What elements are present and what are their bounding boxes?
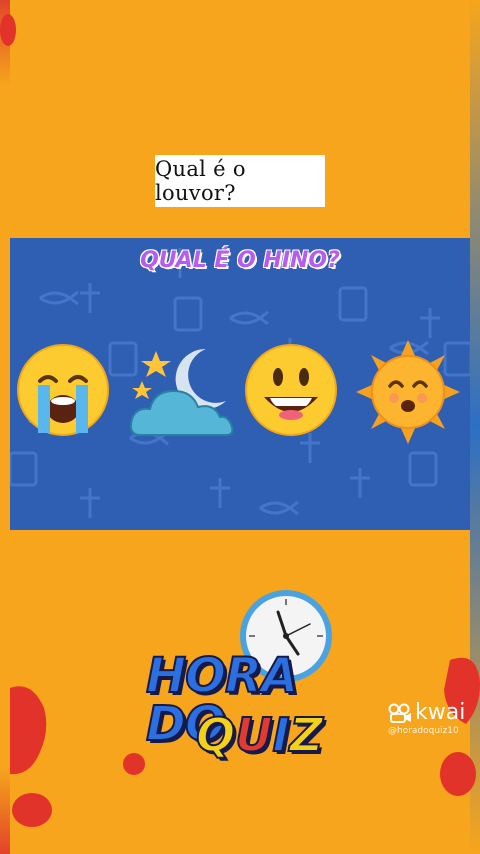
logo-letter: I <box>271 708 290 762</box>
red-splash-decoration <box>0 14 16 46</box>
question-card: Qual é o louvor? <box>155 155 325 207</box>
question-text: Qual é o louvor? <box>155 157 246 205</box>
quiz-panel: QUAL É O HINO? <box>10 238 470 530</box>
logo-letter: Q <box>195 708 236 762</box>
red-drops-right-decoration <box>440 657 480 796</box>
red-drops-left-decoration <box>10 686 145 827</box>
logo-letter: U <box>234 708 273 762</box>
creator-handle: @horadoquiz10 <box>388 726 459 736</box>
crying-face-icon <box>17 344 109 436</box>
moon-cloud-stars-icon <box>129 348 234 436</box>
kwai-brand-text: kwai <box>415 700 466 725</box>
logo-letter: Z <box>289 708 324 762</box>
panel-heading: QUAL É O HINO? <box>140 248 340 273</box>
grinning-face-icon <box>245 344 337 436</box>
kwai-watermark: kwai @horadoquiz10 <box>388 700 465 736</box>
smiling-sun-icon <box>356 340 460 444</box>
logo-line-quiz: Q U I Z <box>195 708 324 762</box>
kwai-logo-icon <box>388 703 411 723</box>
